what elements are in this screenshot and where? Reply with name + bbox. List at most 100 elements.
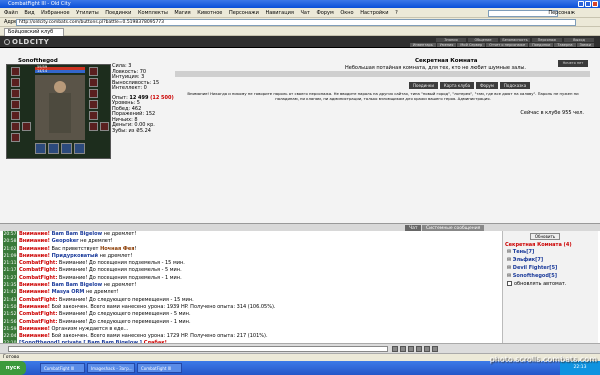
menu-sets[interactable]: Комплекты (138, 10, 168, 16)
taskbar-item[interactable]: CombatFight III (40, 363, 85, 373)
chat-timestamp[interactable]: 20:57 (3, 231, 17, 239)
chat-text[interactable]: Masya ORM (50, 289, 85, 295)
shield-slot[interactable] (89, 89, 98, 98)
menu-magic[interactable]: Магия (174, 10, 190, 16)
weapon-slot[interactable] (11, 89, 20, 98)
armor-slot[interactable] (11, 100, 20, 109)
bracer-slot[interactable] (89, 78, 98, 87)
private-icon[interactable]: ✉ (507, 273, 511, 279)
nav-exit[interactable]: Выход (564, 38, 594, 42)
auto-update-toggle[interactable]: обновлять автомат. (507, 281, 566, 287)
item-slot-4[interactable] (74, 143, 85, 154)
chat-timestamp[interactable]: 21:56 (3, 318, 17, 326)
list-item[interactable]: ✉ Sonofthegod[5] (507, 272, 557, 280)
list-item[interactable]: ✉ Devil Fighter[5] (507, 264, 557, 272)
chat-text[interactable]: Geopoker (50, 238, 79, 244)
gloves-slot[interactable] (11, 133, 20, 142)
chat-timestamp[interactable]: 21:17 (3, 267, 17, 275)
boots-slot[interactable] (89, 111, 98, 120)
user-name[interactable]: Devil Fighter[5] (513, 265, 558, 271)
nav-report[interactable]: Отчет о персонаже (486, 43, 529, 47)
nav-castles[interactable]: Замки (576, 43, 594, 47)
menu-window[interactable]: Окно (340, 10, 353, 16)
menu-forum[interactable]: Форум (316, 10, 333, 16)
chat-timestamp[interactable]: 21:27 (3, 274, 17, 283)
chat-input[interactable] (8, 346, 388, 352)
user-name[interactable]: Тень[7] (513, 249, 534, 255)
helmet-slot[interactable] (11, 67, 20, 76)
menu-view[interactable]: Вид (24, 10, 34, 16)
refresh-button[interactable]: Обновить (530, 233, 560, 240)
menu-settings[interactable]: Настройки (360, 10, 388, 16)
chat-timestamp[interactable]: 20:58 (3, 238, 17, 246)
hint-button[interactable]: Подсказка (499, 82, 531, 89)
chat-timestamp[interactable]: 21:35 (3, 282, 17, 290)
chat-timestamp[interactable]: 21:43 (3, 296, 17, 304)
item-slot-2[interactable] (48, 143, 59, 154)
chat-timestamp[interactable]: 21:09 (3, 252, 17, 261)
amulet-slot[interactable] (11, 78, 20, 87)
nav-knowledge[interactable]: Знания (436, 38, 466, 42)
earring-slot[interactable] (89, 67, 98, 76)
menu-favorites[interactable]: Избранное (41, 10, 69, 16)
user-name[interactable]: Sonofthegod[5] (513, 273, 557, 279)
chat-text[interactable]: Bam Bam Bigelow (50, 282, 103, 288)
chat-timestamp[interactable]: 21:02 (3, 245, 17, 253)
nav-inventory[interactable]: Инвентарь (409, 43, 436, 47)
chat-text[interactable]: Bam Bam Bigelow (50, 231, 103, 237)
chat-timestamp[interactable]: 22:04 (3, 333, 17, 341)
list-item[interactable]: ✉ Тень[7] (507, 248, 557, 256)
chat-timestamp[interactable]: 21:59 (3, 325, 17, 334)
rune-slot-2[interactable] (100, 122, 109, 131)
menu-characters[interactable]: Персонажи (229, 10, 259, 16)
minimize-icon[interactable] (578, 1, 584, 7)
chat-timestamp[interactable]: 21:52 (3, 311, 17, 319)
item-slot-1[interactable] (35, 143, 46, 154)
nav-my-server[interactable]: Мой Сервер (457, 43, 486, 47)
private-icon[interactable]: ✉ (507, 249, 511, 255)
list-item[interactable]: ✉ Эльфик[7] (507, 256, 557, 264)
menu-file[interactable]: Файл (4, 10, 18, 16)
clear-icon[interactable] (408, 346, 414, 352)
tab-fight-club[interactable]: Бойцовский клуб (4, 28, 64, 36)
menu-chat[interactable]: Чат (300, 10, 309, 16)
menu-help[interactable]: ? (395, 10, 398, 16)
user-name[interactable]: Эльфик[7] (513, 257, 543, 263)
nav-skills[interactable]: Умения (436, 43, 457, 47)
translit-icon[interactable] (424, 346, 430, 352)
item-slot-3[interactable] (61, 143, 72, 154)
chat-timestamp[interactable]: 21:50 (3, 303, 17, 312)
chat-text[interactable]: Придурковатый (50, 253, 98, 259)
chat-timestamp[interactable]: 21:11 (3, 260, 17, 268)
nav-fights[interactable]: Поединки (529, 43, 554, 47)
forum-button[interactable]: Форум (476, 82, 498, 89)
club-map-button[interactable]: Карта клуба (439, 82, 475, 89)
ring-slot[interactable] (11, 122, 20, 131)
fights-button[interactable]: Поединки (409, 82, 438, 89)
menu-fights[interactable]: Поединки (105, 10, 131, 16)
smile-icon[interactable] (400, 346, 406, 352)
start-button[interactable]: пуск (0, 361, 26, 375)
ring-slot-2[interactable] (22, 122, 31, 131)
nav-security[interactable]: Безопасность (500, 38, 530, 42)
nav-tavern[interactable]: Таверна (554, 43, 576, 47)
taskbar-item[interactable]: Imageshack - Загр... (87, 363, 135, 373)
settings-icon[interactable] (432, 346, 438, 352)
legs-slot[interactable] (89, 100, 98, 109)
nav-character[interactable]: Персонаж (532, 38, 562, 42)
maximize-icon[interactable] (585, 1, 591, 7)
chat-timestamp[interactable]: 21:42 (3, 289, 17, 297)
checkbox-icon[interactable] (507, 281, 512, 286)
rune-slot[interactable] (89, 122, 98, 131)
filter-icon[interactable] (416, 346, 422, 352)
close-icon[interactable] (592, 1, 598, 7)
side-button[interactable]: Ничего нет (558, 60, 588, 67)
private-icon[interactable]: ✉ (507, 265, 511, 271)
menu-animals[interactable]: Кивотное (197, 10, 222, 16)
nav-communication[interactable]: Общение (468, 38, 498, 42)
private-icon[interactable]: ✉ (507, 257, 511, 263)
taskbar-item[interactable]: CombatFight III (137, 363, 182, 373)
belt-slot[interactable] (11, 111, 20, 120)
menu-utilities[interactable]: Утилиты (76, 10, 99, 16)
menu-navigation[interactable]: Навигация (265, 10, 293, 16)
